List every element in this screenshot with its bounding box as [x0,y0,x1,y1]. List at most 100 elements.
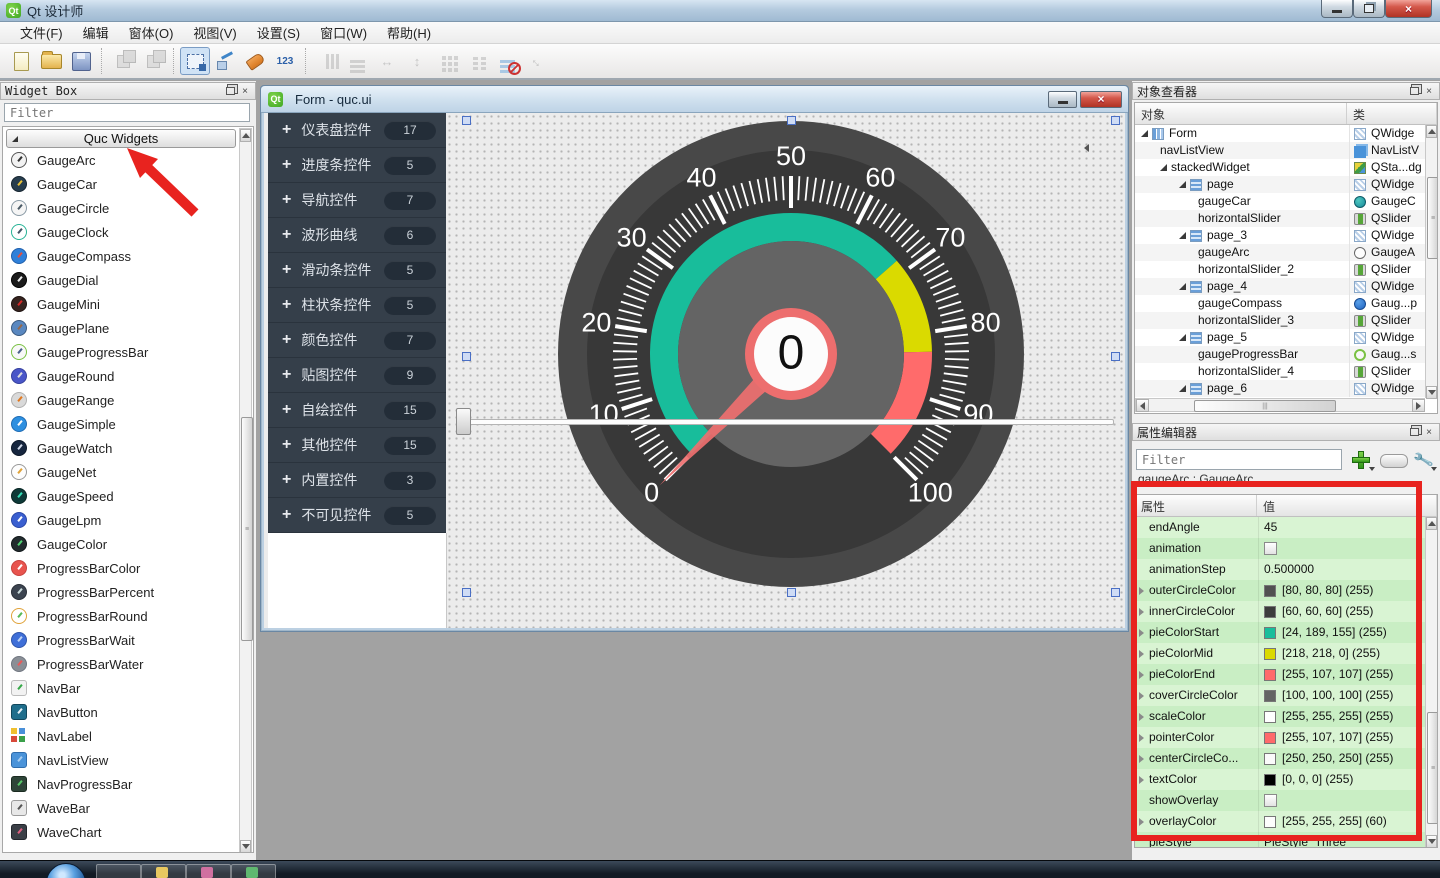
widget-item[interactable]: GaugeCompass [5,244,237,268]
object-tree-scrollbar[interactable]: ≡ [1425,124,1438,398]
layout-vertical-button[interactable] [342,47,372,75]
expander-icon[interactable] [1139,650,1144,658]
expander-icon[interactable] [1179,232,1186,239]
scroll-down-button[interactable] [1426,835,1437,848]
widget-item[interactable]: ProgressBarWater [5,652,237,676]
menu-item[interactable]: 视图(V) [183,21,246,44]
widget-item[interactable]: GaugeCircle [5,196,237,220]
property-row[interactable]: animationStep0.500000 [1135,559,1425,580]
widget-item[interactable]: GaugeProgressBar [5,340,237,364]
float-dock-button[interactable] [224,85,236,97]
widget-item[interactable]: NavListView [5,748,237,772]
form-minimize-button[interactable] [1048,91,1077,108]
property-value-cell[interactable]: [80, 80, 80] (255) [1259,580,1425,601]
object-tree-row[interactable]: gaugeProgressBarGaug...s [1135,346,1425,363]
menu-item[interactable]: 窗口(W) [310,21,377,44]
object-tree-row[interactable]: page_4QWidge [1135,278,1425,295]
property-filter-input[interactable] [1136,449,1342,470]
layout-form-button[interactable] [462,47,492,75]
object-tree-row[interactable]: pageQWidge [1135,176,1425,193]
edit-tab-order-button[interactable]: 123 [270,47,300,75]
selection-handle[interactable] [1111,352,1120,361]
expander-icon[interactable] [1139,629,1144,637]
object-tree-row[interactable]: horizontalSliderQSlider [1135,210,1425,227]
widget-item[interactable]: ProgressBarRound [5,604,237,628]
widget-list-scrollbar[interactable]: ≡ [239,128,252,852]
scroll-down-button[interactable] [1426,386,1437,399]
expander-icon[interactable] [1139,776,1144,784]
widget-item[interactable]: GaugeSpeed [5,484,237,508]
expander-icon[interactable] [1139,713,1144,721]
expander-icon[interactable] [1179,385,1186,392]
taskbar-button[interactable] [186,864,231,878]
selection-handle[interactable] [462,588,471,597]
widget-item[interactable]: GaugePlane [5,316,237,340]
column-class[interactable]: 类 [1347,103,1437,124]
nav-list-item[interactable]: +滑动条控件5 [268,253,446,288]
widget-item[interactable]: WaveBar [5,796,237,820]
property-value-cell[interactable] [1259,790,1425,811]
widget-item[interactable]: NavLabel [5,724,237,748]
object-tree-row[interactable]: gaugeArcGaugeA [1135,244,1425,261]
property-value-cell[interactable]: [24, 189, 155] (255) [1259,622,1425,643]
float-dock-button[interactable] [1408,85,1420,97]
expander-icon[interactable] [1139,608,1144,616]
scrollbar-thumb[interactable]: ≡ [241,417,253,641]
property-value-cell[interactable]: [250, 250, 250] (255) [1259,748,1425,769]
expander-icon[interactable] [1139,587,1144,595]
new-form-button[interactable] [6,47,36,75]
edit-buddies-button[interactable] [240,47,270,75]
expander-icon[interactable] [1179,181,1186,188]
widget-item[interactable]: NavButton [5,700,237,724]
widget-item[interactable]: GaugeDial [5,268,237,292]
property-row[interactable]: textColor[0, 0, 0] (255) [1135,769,1425,790]
property-value-cell[interactable]: [218, 218, 0] (255) [1259,643,1425,664]
widget-item[interactable]: GaugeRound [5,364,237,388]
scroll-up-button[interactable] [1426,517,1437,530]
paste-button[interactable] [138,47,168,75]
nav-list-item[interactable]: +柱状条控件5 [268,288,446,323]
property-row[interactable]: innerCircleColor[60, 60, 60] (255) [1135,601,1425,622]
object-tree-row[interactable]: horizontalSlider_3QSlider [1135,312,1425,329]
nav-list-item[interactable]: +贴图控件9 [268,358,446,393]
scroll-down-button[interactable] [240,840,251,853]
property-value-cell[interactable]: [255, 107, 107] (255) [1259,727,1425,748]
property-row[interactable]: scaleColor[255, 255, 255] (255) [1135,706,1425,727]
taskbar-button[interactable] [141,864,186,878]
open-form-button[interactable] [36,47,66,75]
remove-dynamic-property-button[interactable] [1380,454,1408,468]
checkbox-unchecked[interactable] [1264,794,1277,807]
property-value-cell[interactable]: [255, 255, 255] (60) [1259,811,1425,832]
menu-item[interactable]: 设置(S) [247,21,310,44]
edit-widgets-button[interactable] [180,47,210,75]
selection-handle[interactable] [462,116,471,125]
horizontal-slider-groove[interactable] [460,419,1114,425]
property-row[interactable]: overlayColor[255, 255, 255] (60) [1135,811,1425,832]
menu-item[interactable]: 帮助(H) [377,21,441,44]
taskbar-button[interactable] [96,864,141,878]
property-row[interactable]: pieColorEnd[255, 107, 107] (255) [1135,664,1425,685]
column-object[interactable]: 对象 [1135,103,1347,124]
property-row[interactable]: showOverlay [1135,790,1425,811]
expander-icon[interactable] [1139,755,1144,763]
object-tree-row[interactable]: page_6QWidge [1135,380,1425,397]
menu-item[interactable]: 窗体(O) [119,21,184,44]
adjust-size-button[interactable]: ↔ [522,47,552,75]
taskbar-button[interactable] [231,864,276,878]
selection-handle[interactable] [1111,116,1120,125]
property-row[interactable]: coverCircleColor[100, 100, 100] (255) [1135,685,1425,706]
nav-list-item[interactable]: +不可见控件5 [268,498,446,533]
property-value-cell[interactable]: 0.500000 [1259,559,1425,580]
expander-icon[interactable] [1139,692,1144,700]
close-button[interactable]: × [1385,0,1432,18]
selection-handle[interactable] [787,588,796,597]
widget-item[interactable]: GaugeRange [5,388,237,412]
layout-grid-button[interactable] [432,47,462,75]
widget-item[interactable]: ProgressBarColor [5,556,237,580]
property-scrollbar[interactable]: ≡ [1425,516,1438,847]
property-row[interactable]: endAngle45 [1135,517,1425,538]
form-titlebar[interactable]: Qt Form - quc.ui × [261,86,1128,113]
nav-list-item[interactable]: +进度条控件5 [268,148,446,183]
scroll-right-button[interactable] [1412,399,1425,412]
expander-icon[interactable] [1139,671,1144,679]
